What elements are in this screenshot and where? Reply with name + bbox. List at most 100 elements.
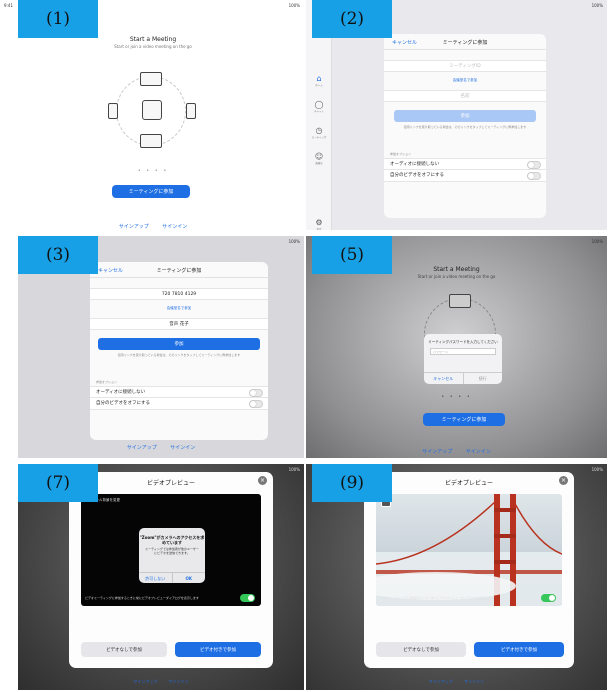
panel-video-preview: (9) 100% ビデオプレビュー × ビデオミーティングに参加するときに常にビ… — [306, 464, 607, 690]
signup-link[interactable]: サインアップ — [127, 445, 157, 451]
step-label: (7) — [18, 464, 98, 502]
dialog-title: ミーティングに参加 — [156, 268, 202, 274]
deny-button[interactable]: 許可しない — [139, 573, 172, 583]
golden-gate-bridge-image — [376, 494, 562, 606]
option-audio: オーディオに接続しない — [90, 386, 268, 398]
sidebar-item-settings[interactable]: ⚙ 設定 — [306, 218, 332, 230]
preview-toggle[interactable] — [541, 594, 556, 602]
dialog-title: ビデオプレビュー — [444, 480, 493, 487]
panel-join-dialog: (2) 100% ⌂ ホーム ◯ チャット ◷ ミーティング ☺ 連絡先 ⚙ 設定 キャン… — [306, 0, 607, 230]
page-subtitle: Start or join a video meeting on the go — [114, 44, 192, 49]
signin-link[interactable]: サインイン — [170, 445, 195, 451]
signin-link[interactable]: サインイン — [466, 449, 491, 455]
preview-toggle[interactable] — [240, 594, 255, 602]
person-icon — [142, 100, 162, 120]
home-icon: ⌂ — [316, 74, 322, 83]
join-note: 招待リンクを受け取っている場合は、そのリンクをタップしてミーティングに再参加しま… — [403, 125, 527, 129]
join-dialog: キャンセル ミーティングに参加 720 7810 4129 会議室名で参加 音声… — [90, 262, 268, 440]
panel-start-meeting: (1) 9:41 100% Start a Meeting Start or j… — [2, 0, 304, 230]
sidebar-item-home[interactable]: ⌂ ホーム — [306, 74, 332, 87]
close-icon[interactable]: × — [559, 476, 568, 485]
gear-icon: ⚙ — [315, 218, 323, 227]
video-toggle[interactable] — [527, 172, 541, 180]
alert-message: ミーティングパスワードを入力してください — [428, 340, 498, 344]
dialog-title: ミーティングに参加 — [442, 40, 488, 46]
video-preview-dialog: ビデオプレビュー × ビデオミーティングに参加するときに常にビデオプレビューダイ… — [364, 472, 574, 668]
status-time: 9:41 — [4, 3, 13, 8]
options-title: 参加オプション — [96, 380, 118, 384]
phone-icon — [186, 103, 196, 119]
laptop-icon — [449, 294, 471, 308]
ok-button[interactable]: OK — [171, 573, 206, 583]
join-meeting-button[interactable]: ミーティングに参加 — [423, 413, 505, 426]
meeting-id-field[interactable]: 720 7810 4129 — [90, 288, 268, 300]
auth-links: サインアップ サインイン — [2, 223, 304, 230]
options-title: 参加オプション — [390, 152, 412, 156]
alert-buttons: 許可しない OK — [139, 572, 205, 583]
join-dialog: キャンセル ミーティングに参加 ミーティングID 会議室名で参加 名前 参加 招… — [384, 34, 546, 218]
alert-body: ミーティングでは参加者が他のユーザーにビデオを送信できます。 — [145, 547, 199, 555]
password-input[interactable]: パスワード — [430, 348, 496, 355]
panel-video-preview-permission: (7) 100% ビデオプレビュー × バーチャル背景を変更 "Zoom"がカメ… — [18, 464, 304, 690]
clock-icon: ◷ — [315, 126, 323, 135]
sidebar-item-chat[interactable]: ◯ チャット — [306, 100, 332, 113]
auth-links: サインアップ サインイン — [306, 679, 607, 685]
page-subtitle: Start or join a video meeting on the go — [417, 274, 496, 279]
signup-link[interactable]: サインアップ — [422, 449, 452, 455]
panel-join-filled: (3) 100% キャンセル ミーティングに参加 720 7810 4129 会… — [18, 236, 304, 458]
auth-links: サインアップ サインイン — [306, 448, 607, 455]
join-with-video-button[interactable]: ビデオ付きで参加 — [474, 642, 564, 657]
alert-cancel-button[interactable]: キャンセル — [424, 373, 463, 384]
signup-link[interactable]: サインアップ — [429, 679, 453, 684]
auth-links: サインアップ サインイン — [18, 444, 304, 451]
sidebar-item-contacts[interactable]: ☺ 連絡先 — [306, 152, 332, 165]
laptop-icon — [140, 72, 162, 86]
name-field[interactable]: 名前 — [384, 90, 546, 102]
signin-link[interactable]: サインイン — [162, 224, 187, 230]
join-button[interactable]: 参加 — [98, 338, 260, 350]
dialog-title: ビデオプレビュー — [146, 480, 195, 487]
step-label: (9) — [312, 464, 392, 502]
status-battery: 100% — [591, 3, 603, 8]
alert-title: "Zoom"がカメラへのアクセスを求めています — [139, 535, 205, 545]
camera-permission-alert: "Zoom"がカメラへのアクセスを求めています ミーティングでは参加者が他のユー… — [139, 528, 205, 583]
preview-option: ビデオミーティングに参加するときに常にビデオプレビューダイアログを表示します — [380, 593, 558, 603]
auth-links: サインアップ サインイン — [18, 679, 304, 685]
audio-toggle[interactable] — [527, 161, 541, 169]
audio-toggle[interactable] — [249, 389, 263, 397]
preview-option: ビデオミーティングに参加するときに常にビデオプレビューダイアログを表示します — [85, 593, 257, 603]
join-by-name-link[interactable]: 会議室名で参加 — [90, 306, 268, 311]
signup-link[interactable]: サインアップ — [133, 679, 157, 684]
status-battery: 100% — [591, 467, 603, 472]
signin-link[interactable]: サインイン — [464, 679, 484, 684]
step-label: (1) — [18, 0, 98, 38]
video-area: バーチャル背景を変更 "Zoom"がカメラへのアクセスを求めています ミーティン… — [81, 494, 261, 606]
join-without-video-button[interactable]: ビデオなしで参加 — [81, 642, 167, 657]
page-dots: • • • • — [441, 394, 472, 400]
meeting-id-field[interactable]: ミーティングID — [384, 60, 546, 72]
join-note: 招待リンクを受け取っている場合は、そのリンクをタップしてミーティングに再参加しま… — [117, 353, 241, 357]
video-toggle[interactable] — [249, 400, 263, 408]
contacts-icon: ☺ — [314, 152, 324, 161]
step-label: (5) — [312, 236, 392, 274]
join-button[interactable]: 参加 — [394, 110, 536, 122]
option-video: 自分のビデオをオフにする — [384, 170, 546, 182]
status-battery: 100% — [288, 467, 300, 472]
chat-icon: ◯ — [314, 100, 324, 109]
dialog-header: キャンセル ミーティングに参加 — [384, 34, 546, 50]
alert-continue-button[interactable]: 続行 — [462, 373, 503, 384]
status-battery: 100% — [591, 239, 603, 244]
signup-link[interactable]: サインアップ — [119, 224, 149, 230]
name-field[interactable]: 音声 花子 — [90, 318, 268, 330]
join-with-video-button[interactable]: ビデオ付きで参加 — [175, 642, 261, 657]
join-without-video-button[interactable]: ビデオなしで参加 — [376, 642, 466, 657]
alert-buttons: キャンセル 続行 — [424, 372, 502, 384]
close-icon[interactable]: × — [258, 476, 267, 485]
join-meeting-button[interactable]: ミーティングに参加 — [112, 185, 190, 198]
password-alert: ミーティングパスワードを入力してください パスワード キャンセル 続行 — [424, 334, 502, 384]
join-by-name-link[interactable]: 会議室名で参加 — [384, 78, 546, 83]
sidebar-item-meetings[interactable]: ◷ ミーティング — [306, 126, 332, 139]
status-battery: 100% — [288, 239, 300, 244]
step-label: (2) — [312, 0, 392, 38]
signin-link[interactable]: サインイン — [169, 679, 189, 684]
